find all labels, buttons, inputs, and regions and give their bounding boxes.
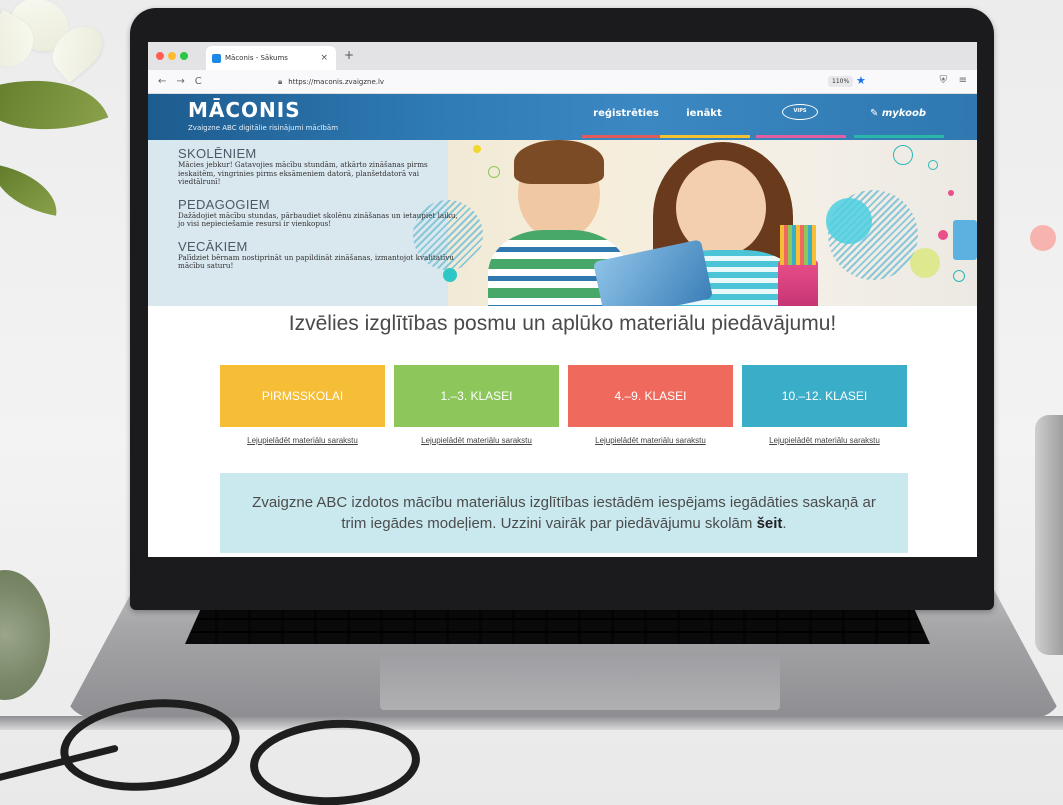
site-header: MĀCONIS Zvaigzne ABC digitālie risinājum… (148, 94, 977, 140)
level-grades-10-12-button[interactable]: 10.–12. KLASEI (742, 365, 907, 427)
bookmark-star-icon[interactable]: ★ (856, 74, 866, 87)
hero-parents-text: Palīdziet bērnam nostiprināt un papildin… (178, 252, 454, 270)
screen: Māconis - Sākums × + ← → C 🔒︎ https://ma… (148, 42, 977, 557)
info-box: Zvaigzne ABC izdotos mācību materiālus i… (220, 473, 908, 553)
hero-students: SKOLĒNIEM Mācies jebkur! Gatavojies mācī… (178, 146, 458, 187)
nav-mykoob-underline (854, 135, 944, 138)
nav-vips[interactable]: VIPS (756, 104, 844, 120)
trackpad (380, 655, 780, 710)
minimize-window-icon[interactable] (168, 52, 176, 60)
mykoob-pen-icon: ✎ (869, 108, 882, 119)
lock-icon: 🔒︎ (278, 77, 283, 86)
hero-teachers-text: Dažādojiet mācību stundas, pārbaudiet sk… (178, 210, 458, 228)
close-tab-icon[interactable]: × (320, 53, 328, 63)
info-text: Zvaigzne ABC izdotos mācību materiālus i… (240, 492, 888, 534)
level-grades-4-9-button[interactable]: 4.–9. KLASEI (568, 365, 733, 427)
hero-students-heading[interactable]: SKOLĒNIEM (178, 146, 458, 161)
hero-text: SKOLĒNIEM Mācies jebkur! Gatavojies mācī… (178, 146, 458, 281)
shield-icon[interactable]: ⛨ (940, 75, 948, 86)
level-grades-1-3-download-link[interactable]: Lejupielādēt materiālu sarakstu (394, 436, 559, 445)
info-here-link[interactable]: šeit (757, 515, 783, 532)
favicon-icon (212, 53, 221, 63)
browser-tab[interactable]: Māconis - Sākums × (206, 46, 336, 70)
menu-icon[interactable]: ≡ (959, 75, 967, 86)
new-tab-icon[interactable]: + (344, 48, 354, 62)
nav-vips-underline (756, 135, 846, 138)
hero-teachers-heading[interactable]: PEDAGOGIEM (178, 197, 458, 212)
level-grades-1-3-button[interactable]: 1.–3. KLASEI (394, 365, 559, 427)
level-preschool-download-link[interactable]: Lejupielādēt materiālu sarakstu (220, 436, 385, 445)
nav-login[interactable]: ienākt (660, 108, 748, 119)
pencils (780, 225, 816, 265)
maximize-window-icon[interactable] (180, 52, 188, 60)
url-bar[interactable]: 🔒︎ https://maconis.zvaigzne.lv (278, 74, 838, 90)
info-period: . (782, 515, 787, 532)
site-logo[interactable]: MĀCONIS (188, 98, 301, 122)
pink-dot-decoration (938, 230, 948, 240)
pink-dot-decoration (948, 190, 954, 196)
pencil-cup (778, 260, 818, 306)
pink-dot (1030, 225, 1056, 251)
url-text: https://maconis.zvaigzne.lv (288, 78, 385, 86)
hero-banner: SKOLĒNIEM Mācies jebkur! Gatavojies mācī… (148, 140, 977, 306)
plant-leaf (0, 51, 109, 159)
hero-parents-heading[interactable]: VECĀKIEM (178, 239, 458, 254)
desk-scene: Māconis - Sākums × + ← → C 🔒︎ https://ma… (0, 0, 1063, 805)
nav-login-underline (660, 135, 750, 138)
outline-circle-decoration (928, 160, 938, 170)
level-grades-4-9-download-link[interactable]: Lejupielādēt materiālu sarakstu (568, 436, 733, 445)
page-heading: Izvēlies izglītības posmu un aplūko mate… (288, 312, 837, 335)
site-tagline: Zvaigzne ABC digitālie risinājumi mācībā… (188, 124, 339, 132)
lime-circle-decoration (910, 248, 940, 278)
nav-register-underline (582, 135, 672, 138)
vips-logo-icon: VIPS (782, 104, 818, 120)
browser-tabbar: Māconis - Sākums × + (148, 42, 977, 70)
mykoob-label: mykoob (881, 108, 926, 119)
level-grades-10-12-download-link[interactable]: Lejupielādēt materiālu sarakstu (742, 436, 907, 445)
nav-register[interactable]: reģistrēties (582, 108, 670, 119)
mug (1035, 415, 1063, 655)
outline-circle-decoration (953, 270, 965, 282)
plant-leaf (0, 164, 63, 216)
outline-circle-decoration (893, 145, 913, 165)
forward-icon[interactable]: → (176, 76, 184, 87)
outline-circle-decoration (488, 166, 500, 178)
coaster (0, 570, 50, 700)
back-icon[interactable]: ← (158, 76, 166, 87)
hero-students-text: Mācies jebkur! Gatavojies mācību stundām… (178, 160, 428, 186)
browser-navbar: ← → C 🔒︎ https://maconis.zvaigzne.lv 110… (148, 70, 977, 94)
boy-hair (514, 140, 604, 184)
zoom-level[interactable]: 110% (828, 76, 854, 87)
level-preschool-button[interactable]: PIRMSSKOLAI (220, 365, 385, 427)
teal-circle-decoration (826, 198, 872, 244)
reload-icon[interactable]: C (195, 76, 202, 87)
hero-photo (413, 140, 977, 306)
close-window-icon[interactable] (156, 52, 164, 60)
hero-parents: VECĀKIEM Palīdziet bērnam nostiprināt un… (178, 239, 458, 271)
level-area: PIRMSSKOLAI Lejupielādēt materiālu sarak… (220, 365, 910, 455)
tab-title: Māconis - Sākums (225, 54, 288, 62)
nav-mykoob[interactable]: ✎ mykoob (854, 108, 942, 119)
yellow-dot-decoration (473, 145, 481, 153)
hero-teachers: PEDAGOGIEM Dažādojiet mācību stundas, pā… (178, 197, 458, 229)
blue-cup-decoration (953, 220, 977, 260)
